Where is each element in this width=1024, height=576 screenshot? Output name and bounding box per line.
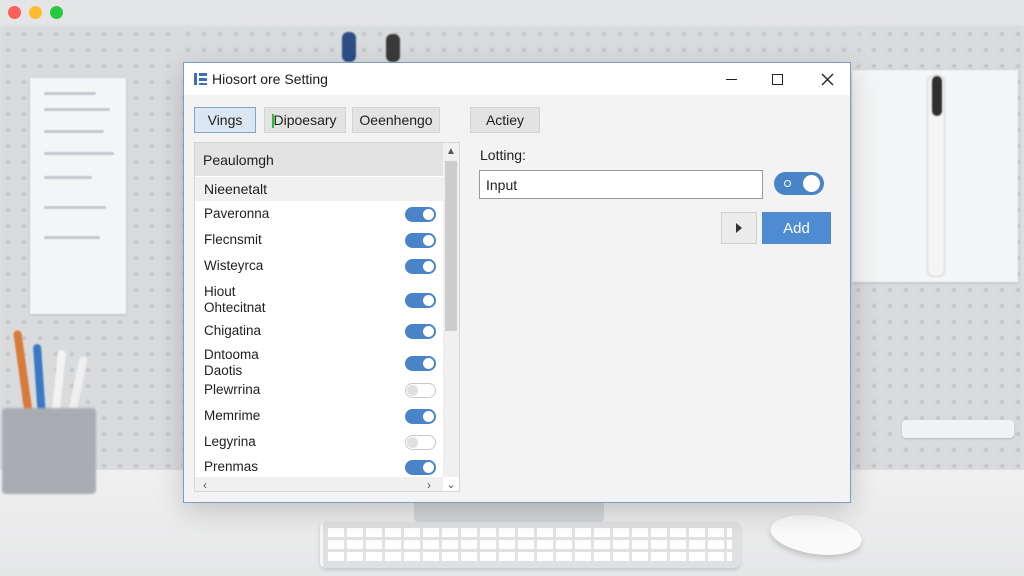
list-item[interactable]: Prenmas — [195, 459, 443, 475]
minimize-dot-icon[interactable] — [29, 6, 42, 19]
play-icon — [736, 223, 742, 233]
pinned-paper-left — [30, 78, 126, 314]
list-item[interactable]: Plewrrina — [195, 382, 443, 398]
marker-blue — [342, 32, 356, 62]
list-item[interactable]: Wisteyrca — [195, 258, 443, 274]
traffic-lights — [8, 6, 63, 19]
tab-oeenhengo[interactable]: Oeenhengo — [352, 107, 440, 133]
list-subheader[interactable]: Nieenetalt — [195, 177, 443, 201]
list-item[interactable]: Hiout Ohtecitnat — [195, 284, 443, 316]
list-header[interactable]: Peaulomgh — [195, 143, 443, 176]
monitor-stand — [414, 500, 604, 522]
maximize-button[interactable] — [754, 63, 800, 95]
setting-label: Lotting: — [480, 147, 526, 163]
list-item-toggle[interactable] — [405, 383, 436, 398]
scroll-up-icon[interactable]: ▲ — [443, 146, 459, 157]
list-item-toggle[interactable] — [405, 259, 436, 274]
list-item-toggle[interactable] — [405, 233, 436, 248]
list-item[interactable]: Paveronna — [195, 206, 443, 222]
list-item-toggle[interactable] — [405, 460, 436, 475]
vertical-scrollbar[interactable]: ▲ — [443, 143, 459, 477]
minimize-button[interactable] — [708, 63, 754, 95]
focus-marker — [272, 114, 274, 128]
list-item[interactable]: Chigatina — [195, 323, 443, 339]
list-item[interactable]: Dntooma Daotis — [195, 347, 443, 379]
scroll-left-icon[interactable]: ‹ — [197, 478, 213, 491]
close-dot-icon[interactable] — [8, 6, 21, 19]
title-bar[interactable]: Hiosort ore Setting — [184, 63, 850, 95]
close-icon — [821, 73, 833, 85]
pen-cup — [2, 408, 96, 494]
scroll-thumb[interactable] — [445, 161, 457, 331]
list-item[interactable]: Legyrina — [195, 434, 443, 450]
list-item-toggle[interactable] — [405, 293, 436, 308]
close-button[interactable] — [804, 63, 850, 95]
list-item-toggle[interactable] — [405, 324, 436, 339]
tab-dipoesary-label: Dipoesary — [273, 112, 337, 128]
scroll-right-icon[interactable]: › — [421, 478, 437, 491]
wall-shelf — [902, 420, 1014, 438]
setting-input[interactable] — [479, 170, 763, 199]
marker-cap — [932, 76, 942, 116]
list-item-toggle[interactable] — [405, 409, 436, 424]
tab-dipoesary[interactable]: Dipoesary — [264, 107, 346, 133]
app-icon — [194, 72, 208, 86]
keyboard-keys — [328, 528, 732, 562]
settings-window: Hiosort ore Setting Vings Dipoesary Oeen… — [183, 62, 851, 503]
zoom-dot-icon[interactable] — [50, 6, 63, 19]
list-item-toggle[interactable] — [405, 207, 436, 222]
toggle-on-icon — [784, 180, 791, 187]
scroll-down-icon[interactable]: ⌄ — [443, 478, 459, 491]
minimize-icon — [725, 78, 737, 80]
tab-actiey[interactable]: Actiey — [470, 107, 540, 133]
tab-vings[interactable]: Vings — [194, 107, 256, 133]
list-item[interactable]: Memrime — [195, 408, 443, 424]
window-title: Hiosort ore Setting — [212, 71, 328, 87]
setting-toggle[interactable] — [774, 172, 824, 195]
settings-list: Peaulomgh Nieenetalt Paveronna Flecnsmit W… — [194, 142, 460, 492]
list-item-toggle[interactable] — [405, 435, 436, 450]
list-item-toggle[interactable] — [405, 356, 436, 371]
toggle-knob — [803, 175, 820, 192]
horizontal-scrollbar[interactable]: ‹ › ⌄ — [195, 477, 456, 491]
list-item[interactable]: Flecnsmit — [195, 232, 443, 248]
maximize-icon — [771, 73, 783, 85]
marker-black — [386, 34, 400, 62]
play-button[interactable] — [721, 212, 757, 244]
pegboard-top — [180, 26, 860, 66]
add-button[interactable]: Add — [762, 212, 831, 244]
